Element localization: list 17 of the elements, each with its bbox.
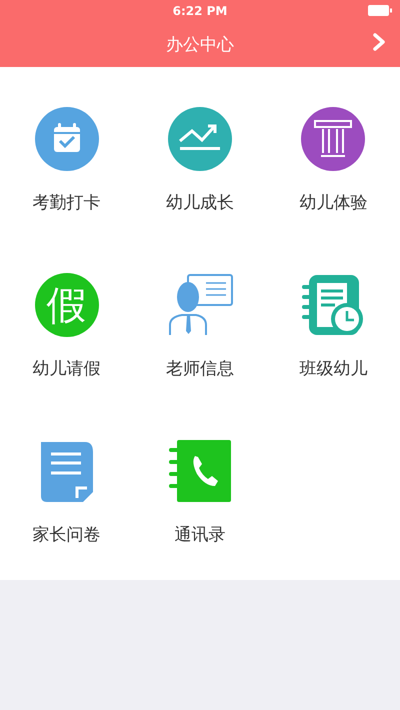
feature-label[interactable]: 考勤打卡 [32, 191, 101, 214]
trend-up-icon[interactable] [168, 107, 232, 171]
chevron-right-icon[interactable] [372, 32, 386, 52]
feature-label[interactable]: 班级幼儿 [299, 357, 368, 380]
feature-label[interactable]: 老师信息 [166, 357, 234, 380]
status-time: 6:22 PM [172, 4, 228, 18]
notebook-clock-icon[interactable] [301, 273, 366, 337]
feature-label[interactable]: 通讯录 [174, 523, 226, 546]
calendar-check-icon[interactable] [34, 107, 99, 171]
phonebook-icon[interactable] [166, 438, 233, 504]
column-icon[interactable] [301, 107, 366, 171]
battery-icon [368, 5, 392, 16]
page-title: 办公中心 [166, 34, 234, 56]
feature-label[interactable]: 幼儿成长 [166, 191, 234, 214]
feature-label[interactable]: 幼儿体验 [299, 191, 368, 214]
feature-label[interactable]: 家长问卷 [32, 523, 101, 546]
feature-label[interactable]: 幼儿请假 [32, 357, 101, 380]
